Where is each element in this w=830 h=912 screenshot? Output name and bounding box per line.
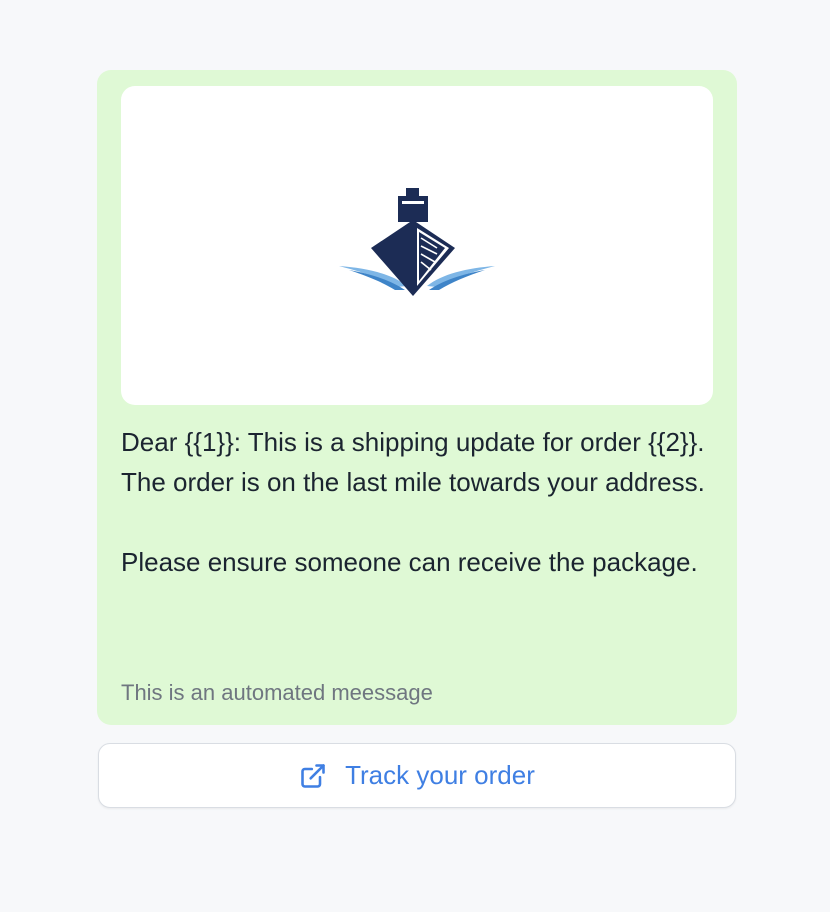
message-footer: This is an automated meessage — [121, 680, 433, 705]
track-order-label: Track your order — [345, 760, 535, 790]
track-order-button[interactable]: Track your order — [98, 743, 736, 808]
ship-logo-icon — [339, 187, 495, 296]
external-link-icon — [301, 763, 325, 788]
message-paragraph: Please ensure someone can receive the pa… — [121, 547, 698, 577]
message-paragraph: Dear {{1}}: This is a shipping update fo… — [121, 427, 705, 497]
header-image — [121, 86, 713, 405]
message-card: Dear {{1}}: This is a shipping update fo… — [97, 70, 737, 725]
message-body: Dear {{1}}: This is a shipping update fo… — [121, 422, 713, 582]
